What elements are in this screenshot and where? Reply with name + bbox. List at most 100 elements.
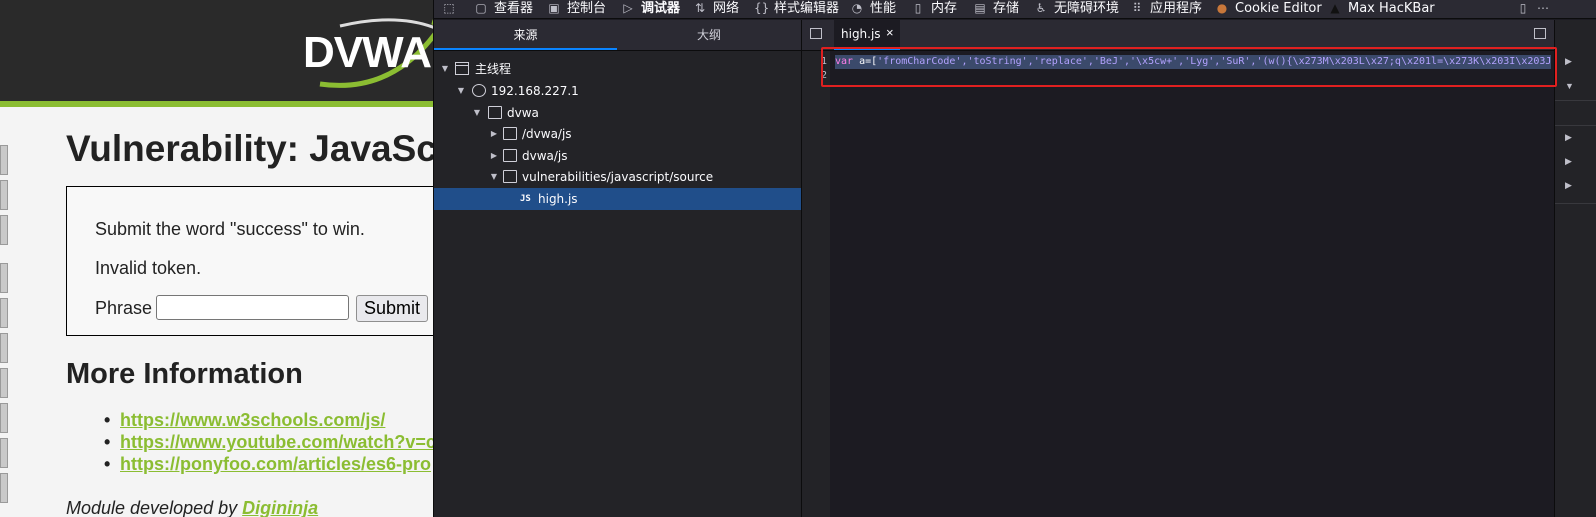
pick-element-button[interactable]: ⬚ <box>442 0 462 18</box>
tab-label: 查看器 <box>494 1 534 16</box>
tab-label: 无障碍环境 <box>1054 1 1120 16</box>
editor-tab-label: high.js <box>841 27 881 41</box>
collapse-arrow-icon[interactable]: ▼ <box>1565 81 1574 91</box>
tab-sources[interactable]: 来源 <box>434 20 617 50</box>
devtools-menu-button[interactable]: ⋯ <box>1536 0 1556 18</box>
tree-item-label: dvwa/js <box>522 149 568 163</box>
list-item: https://ponyfoo.com/articles/es6-pro <box>104 454 433 476</box>
phrase-label: Phrase <box>95 298 153 318</box>
tab-memory[interactable]: ▯ 内存 <box>911 0 957 18</box>
tab-label: 控制台 <box>567 1 607 16</box>
tab-label: 网络 <box>713 1 740 16</box>
network-icon: ⇅ <box>694 1 706 15</box>
storage-icon: ▤ <box>974 1 986 15</box>
tab-cookie-editor[interactable]: ● Cookie Editor <box>1215 0 1322 18</box>
expand-arrow-icon[interactable]: ▶ <box>1565 180 1572 191</box>
side-menu-item[interactable] <box>0 368 8 398</box>
expand-arrow-icon[interactable]: ▶ <box>1565 56 1572 67</box>
code-editor[interactable]: var a=['fromCharCode','toString','replac… <box>834 51 1551 517</box>
side-menu-item[interactable] <box>0 438 8 468</box>
tab-application[interactable]: ⠿ 应用程序 <box>1130 0 1202 18</box>
debugger-sidebar: ▶ ▼ ▶ ▶ ▶ <box>1554 20 1596 517</box>
side-menu-item[interactable] <box>0 403 8 433</box>
expand-arrow-icon[interactable]: ▶ <box>1565 132 1572 143</box>
window-icon <box>455 62 469 75</box>
editor-tab-high-js[interactable]: high.js × <box>834 20 900 50</box>
tree-item-label: 主线程 <box>475 62 512 76</box>
cookie-icon: ● <box>1216 1 1228 15</box>
side-menu-item[interactable] <box>0 333 8 363</box>
sources-panel: 来源 大纲 ▼ 主线程 ▼ 192.168.227.1 ▼ dvwa ▶ /dv… <box>434 20 802 517</box>
status-text: Invalid token. <box>95 258 202 278</box>
side-menu-item[interactable] <box>0 180 8 210</box>
tab-style-editor[interactable]: {} 样式编辑器 <box>754 0 839 18</box>
phrase-input[interactable] <box>156 295 349 320</box>
tab-label: 内存 <box>931 1 958 16</box>
responsive-design-icon: ▯ <box>1519 1 1527 15</box>
tree-item-label: dvwa <box>507 106 539 120</box>
reference-link[interactable]: https://ponyfoo.com/articles/es6-pro <box>120 454 431 474</box>
tree-item-dvwa-js-root[interactable]: ▶ /dvwa/js <box>434 123 801 145</box>
style-editor-icon: {} <box>754 1 770 15</box>
side-menu-item[interactable] <box>0 215 8 245</box>
author-link[interactable]: Digininja <box>242 498 318 517</box>
tab-console[interactable]: ▣ 控制台 <box>547 0 606 18</box>
tree-item-dvwa[interactable]: ▼ dvwa <box>434 102 801 124</box>
folder-icon <box>503 149 517 162</box>
tree-item-label: /dvwa/js <box>522 127 572 141</box>
close-icon[interactable]: × <box>886 25 894 40</box>
instruction-text: Submit the word "success" to win. <box>95 219 365 239</box>
side-menu-item[interactable] <box>0 473 8 503</box>
tree-item-dvwa-js[interactable]: ▶ dvwa/js <box>434 145 801 167</box>
pick-element-icon: ⬚ <box>443 1 455 15</box>
tab-storage[interactable]: ▤ 存储 <box>973 0 1019 18</box>
tab-label: 应用程序 <box>1150 1 1203 16</box>
side-menu-item[interactable] <box>0 298 8 328</box>
toggle-sidebar-pane-icon[interactable] <box>1534 28 1546 39</box>
side-menu-item[interactable] <box>0 145 8 175</box>
tab-label: Max HacKBar <box>1348 1 1435 16</box>
tab-inspector[interactable]: ▢ 查看器 <box>474 0 533 18</box>
tab-outline[interactable]: 大纲 <box>617 20 801 50</box>
tree-item-javascript-source[interactable]: ▼ vulnerabilities/javascript/source <box>434 166 801 188</box>
reference-links: https://www.w3schools.com/js/ https://ww… <box>104 410 433 476</box>
submit-button[interactable]: Submit <box>356 295 428 322</box>
reference-link[interactable]: https://www.youtube.com/watch?v=c <box>120 432 433 452</box>
tab-label: 样式编辑器 <box>774 1 840 16</box>
expand-arrow-icon[interactable]: ▶ <box>1565 156 1572 167</box>
line-number-gutter: 1 2 <box>802 51 830 517</box>
folder-icon <box>503 170 517 183</box>
vulnerability-form-box: Submit the word "success" to win. Invali… <box>66 186 433 336</box>
responsive-design-button[interactable]: ▯ <box>1516 0 1536 18</box>
tab-network[interactable]: ⇅ 网络 <box>693 0 739 18</box>
side-menu-item[interactable] <box>0 263 8 293</box>
folder-icon <box>488 106 502 119</box>
active-tab-indicator <box>434 48 617 50</box>
tree-item-high-js[interactable]: JS high.js <box>434 188 801 210</box>
tab-accessibility[interactable]: ♿ 无障碍环境 <box>1034 0 1119 18</box>
toggle-sources-pane-icon[interactable] <box>810 28 822 39</box>
annotation-highlight-box <box>821 47 1557 87</box>
tab-performance[interactable]: ◔ 性能 <box>850 0 896 18</box>
memory-icon: ▯ <box>914 1 922 15</box>
tree-item-host[interactable]: ▼ 192.168.227.1 <box>434 80 801 102</box>
chevron-down-icon: ▼ <box>441 64 449 73</box>
side-menu-edges <box>0 145 8 508</box>
chevron-down-icon: ▼ <box>457 86 465 95</box>
module-credit: Module developed by Digininja <box>66 498 318 517</box>
dvwa-logo: DVWA <box>303 28 432 77</box>
divider <box>1555 203 1596 204</box>
tab-label: Cookie Editor <box>1235 1 1322 16</box>
chevron-right-icon: ▶ <box>490 151 498 160</box>
reference-link[interactable]: https://www.w3schools.com/js/ <box>120 410 385 430</box>
list-item: https://www.youtube.com/watch?v=c <box>104 432 433 454</box>
chevron-down-icon: ▼ <box>490 172 498 181</box>
more-information-heading: More Information <box>66 358 303 390</box>
tree-item-main-thread[interactable]: ▼ 主线程 <box>434 58 801 80</box>
list-item: https://www.w3schools.com/js/ <box>104 410 433 432</box>
tab-max-hackbar[interactable]: ▲ Max HacKBar <box>1328 0 1435 18</box>
page-title: Vulnerability: JavaScr <box>66 128 433 169</box>
folder-icon <box>503 127 517 140</box>
tab-debugger[interactable]: ▷ 调试器 <box>621 0 680 18</box>
accessibility-icon: ♿ <box>1035 1 1047 15</box>
